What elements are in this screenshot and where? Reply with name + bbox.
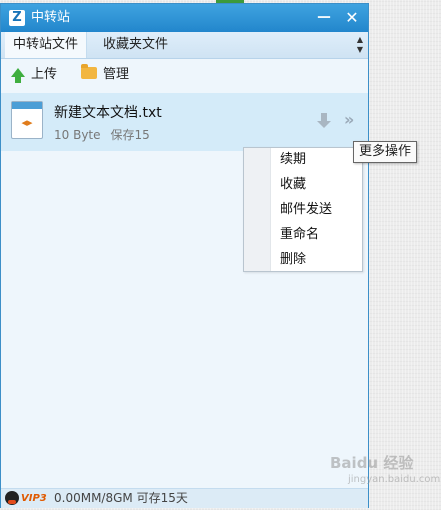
tab-scroll-arrows[interactable]: ▲ ▼ xyxy=(355,35,365,55)
menu-item-delete[interactable]: 删除 xyxy=(280,248,306,272)
tab-bar: 中转站文件 收藏夹文件 ▲ ▼ xyxy=(1,32,368,59)
toolbar: 上传 管理 xyxy=(1,59,368,91)
file-size: 10 Byte xyxy=(54,128,101,142)
storage-status: 0.00MM/8GM 可存15天 xyxy=(54,491,188,505)
vip-badge: VIP3 xyxy=(21,493,47,504)
upload-arrow-icon xyxy=(11,68,25,83)
watermark: Baidu 经验 xyxy=(330,454,414,472)
close-button[interactable]: ✕ xyxy=(342,8,362,28)
file-list-item[interactable]: ◂▸ 新建文本文档.txt 10 Byte 保存15 » xyxy=(1,93,368,151)
menu-item-rename[interactable]: 重命名 xyxy=(280,223,319,247)
status-bar: VIP3 0.00MM/8GM 可存15天 xyxy=(1,488,368,508)
upload-button[interactable]: 上传 xyxy=(11,66,57,84)
tab-favorite-files[interactable]: 收藏夹文件 xyxy=(95,32,176,58)
file-retention: 保存15 xyxy=(110,128,150,142)
manage-label: 管理 xyxy=(103,67,130,82)
transfer-station-window: Z 中转站 － ✕ 中转站文件 收藏夹文件 ▲ ▼ 上传 管理 ◂▸ 新建文本文档… xyxy=(0,3,369,508)
title-bar[interactable]: Z 中转站 － ✕ xyxy=(1,4,368,32)
manage-button[interactable]: 管理 xyxy=(81,63,130,84)
download-icon[interactable] xyxy=(317,113,331,129)
upload-label: 上传 xyxy=(31,67,58,82)
file-name: 新建文本文档.txt xyxy=(54,105,162,121)
file-meta: 10 Byte 保存15 xyxy=(54,126,160,143)
menu-item-renew[interactable]: 续期 xyxy=(280,148,306,172)
more-actions-tooltip: 更多操作 xyxy=(353,141,418,163)
app-logo-icon: Z xyxy=(9,10,25,26)
context-menu: 续期 收藏 邮件发送 重命名 删除 xyxy=(243,147,363,272)
minimize-button[interactable]: － xyxy=(314,8,334,28)
tab-transfer-files[interactable]: 中转站文件 xyxy=(5,32,88,58)
menu-item-email[interactable]: 邮件发送 xyxy=(280,198,332,222)
window-title: 中转站 xyxy=(31,10,71,25)
qq-penguin-icon xyxy=(5,491,19,505)
menu-item-favorite[interactable]: 收藏 xyxy=(280,173,306,197)
watermark-url: jingyan.baidu.com xyxy=(348,474,441,485)
text-file-icon: ◂▸ xyxy=(11,101,43,139)
more-actions-icon[interactable]: » xyxy=(344,111,362,129)
folder-icon xyxy=(81,63,97,79)
